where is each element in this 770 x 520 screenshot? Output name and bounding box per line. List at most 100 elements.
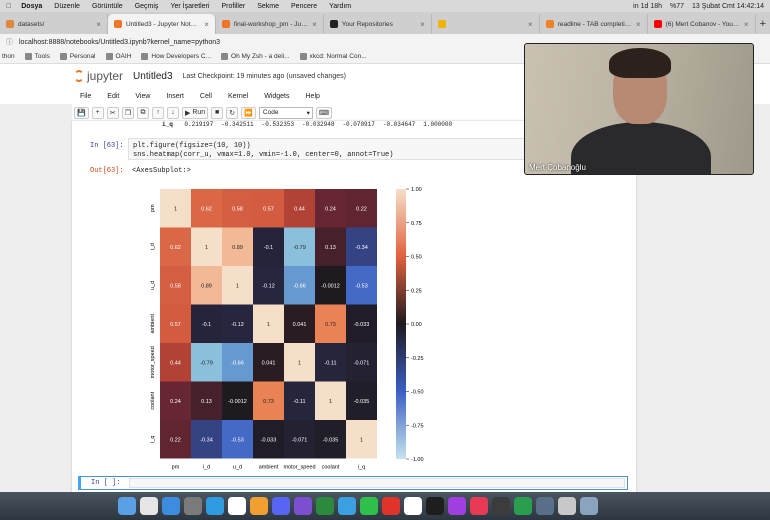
tab-close-icon[interactable]: ×	[420, 20, 425, 29]
bookmark-icon	[105, 53, 113, 60]
finder-icon[interactable]	[118, 497, 136, 515]
terminal-icon[interactable]	[316, 497, 334, 515]
trash-icon[interactable]	[580, 497, 598, 515]
menubar-item[interactable]: Sekme	[257, 3, 279, 10]
heatmap-annotation: 1	[267, 322, 270, 328]
y-tick-label: pm	[150, 204, 156, 212]
menubar-item[interactable]: Geçmiş	[135, 3, 159, 10]
heatmap-annotation: 0.44	[170, 360, 181, 366]
menubar-item[interactable]: Dosya	[21, 3, 42, 10]
whatsapp-icon[interactable]	[360, 497, 378, 515]
jupyter-menu-item[interactable]: Edit	[107, 93, 119, 100]
mail-icon[interactable]	[206, 497, 224, 515]
notion-icon[interactable]	[492, 497, 510, 515]
pocket-icon[interactable]	[470, 497, 488, 515]
heatmap-annotation: 0.24	[325, 206, 336, 212]
tab-favicon-icon	[113, 20, 122, 28]
app-icon[interactable]	[536, 497, 554, 515]
paste-icon[interactable]: ⧉	[137, 106, 149, 119]
visual-studio-code-icon[interactable]	[294, 497, 312, 515]
save-icon[interactable]: 💾	[74, 106, 89, 119]
jupyter-menu-item[interactable]: Help	[306, 93, 320, 100]
colorbar-tick-label: 0.75	[411, 221, 422, 227]
browser-tab[interactable]: ×	[432, 14, 540, 34]
url-text[interactable]: localhost:8888/notebooks/Untitled3.ipynb…	[19, 39, 220, 46]
cut-icon[interactable]: ✂	[106, 106, 119, 119]
move-up-icon[interactable]: ↑	[152, 106, 164, 119]
bookmark-item[interactable]: Tools	[24, 53, 50, 60]
heatmap-annotation: 1	[205, 245, 208, 251]
macos-dock	[0, 492, 770, 520]
jupyter-menu-item[interactable]: Cell	[200, 93, 212, 100]
apple-icon[interactable]: 	[6, 3, 11, 10]
browser-tab[interactable]: Your Repositories ×	[324, 14, 432, 34]
previous-output-row: i_q 0.219197 -0.342511 -0.532353 -0.032948-…	[162, 121, 468, 128]
jupyter-menu-item[interactable]: View	[135, 93, 150, 100]
tab-close-icon[interactable]: ×	[204, 20, 209, 29]
heatmap-annotation: -0.1	[264, 245, 273, 251]
move-down-icon[interactable]: ↓	[167, 106, 179, 119]
tab-close-icon[interactable]: ×	[636, 20, 641, 29]
menubar-item[interactable]: Pencere	[291, 3, 317, 10]
bookmark-item[interactable]: Personal	[59, 53, 96, 60]
jupyter-logo[interactable]: jupyter	[74, 69, 123, 83]
browser-tab[interactable]: Untitled3 - Jupyter Notebook ×	[107, 14, 216, 34]
tab-close-icon[interactable]: ×	[96, 20, 101, 29]
colorbar-tick-label: -0.75	[411, 423, 424, 429]
spotify-icon[interactable]	[448, 497, 466, 515]
safari-icon[interactable]	[162, 497, 180, 515]
menubar-item[interactable]: Görüntüle	[92, 3, 123, 10]
next-cell-input[interactable]	[129, 478, 625, 488]
add-cell-icon[interactable]: +	[91, 106, 104, 119]
next-code-cell[interactable]: In [ ]:	[78, 476, 628, 490]
cell-type-select[interactable]: Code ▾	[258, 106, 313, 119]
jupyter-menu-item[interactable]: File	[80, 93, 91, 100]
discord-icon[interactable]	[272, 497, 290, 515]
jupyter-menu-item[interactable]: Kernel	[228, 93, 248, 100]
new-tab-icon[interactable]: +	[756, 14, 770, 34]
bookmark-item[interactable]: thon	[2, 53, 15, 60]
copy-icon[interactable]: ❐	[121, 106, 134, 119]
restart-icon[interactable]: ↻	[226, 106, 239, 119]
chrome-icon[interactable]	[382, 497, 400, 515]
bookmark-item[interactable]: How Developers C...	[141, 53, 211, 60]
keyboard-icon[interactable]: ⌨	[315, 106, 332, 119]
fast-forward-icon[interactable]: ⏩	[241, 106, 256, 119]
zoom-icon[interactable]	[404, 497, 422, 515]
tab-close-icon[interactable]: ×	[744, 20, 749, 29]
tab-close-icon[interactable]: ×	[528, 20, 533, 29]
calendar-icon[interactable]	[228, 497, 246, 515]
heatmap-chart: 1 0.62 0.58 0.57 0.44 0.24 0.22 0.62 1 0.89 -0.1 -0…	[150, 187, 424, 471]
bookmark-item[interactable]: OAIH	[105, 53, 131, 60]
slack-icon[interactable]	[426, 497, 444, 515]
info-icon[interactable]: ⓘ	[6, 37, 13, 47]
menubar-item[interactable]: Profiller	[221, 3, 245, 10]
telegram-icon[interactable]	[338, 497, 356, 515]
status-text: in 1d 18h	[633, 2, 662, 10]
app-icon[interactable]	[514, 497, 532, 515]
notebook-name[interactable]: Untitled3	[133, 71, 172, 82]
tab-close-icon[interactable]: ×	[312, 20, 317, 29]
browser-tab[interactable]: datasets/ ×	[0, 14, 108, 34]
preview-icon[interactable]	[558, 497, 576, 515]
browser-tab[interactable]: readline - TAB completion do... ×	[540, 14, 648, 34]
bookmark-item[interactable]: xkcd: Normal Con...	[299, 53, 367, 60]
menubar-item[interactable]: Yardım	[329, 3, 351, 10]
browser-tab[interactable]: (6) Mert Cobanov - YouTube ×	[648, 14, 756, 34]
y-tick-label: motor_speed	[150, 346, 156, 378]
notes-icon[interactable]	[250, 497, 268, 515]
launchpad-icon[interactable]	[140, 497, 158, 515]
y-tick-label: u_d	[150, 281, 156, 290]
settings-icon[interactable]	[184, 497, 202, 515]
bookmark-item[interactable]: Oh My Zsh - a deli...	[221, 53, 290, 60]
jupyter-menu-item[interactable]: Insert	[166, 93, 184, 100]
stop-icon[interactable]: ■	[211, 106, 224, 119]
browser-tab[interactable]: final-workshop_pm - Jupyter N ×	[216, 14, 324, 34]
cell-type-value: Code	[262, 109, 279, 116]
heatmap-cells: 1 0.62 0.58 0.57 0.44 0.24 0.22 0.62 1 0.89 -0.1 -0…	[160, 189, 377, 459]
menubar-item[interactable]: Düzenle	[54, 3, 80, 10]
menubar-item[interactable]: Yer İşaretleri	[170, 3, 209, 10]
browser-tab-bar: datasets/× Untitled3 - Jupyter Notebook × f…	[0, 12, 770, 34]
run-button[interactable]: ▶ Run	[182, 106, 209, 119]
jupyter-menu-item[interactable]: Widgets	[264, 93, 289, 100]
